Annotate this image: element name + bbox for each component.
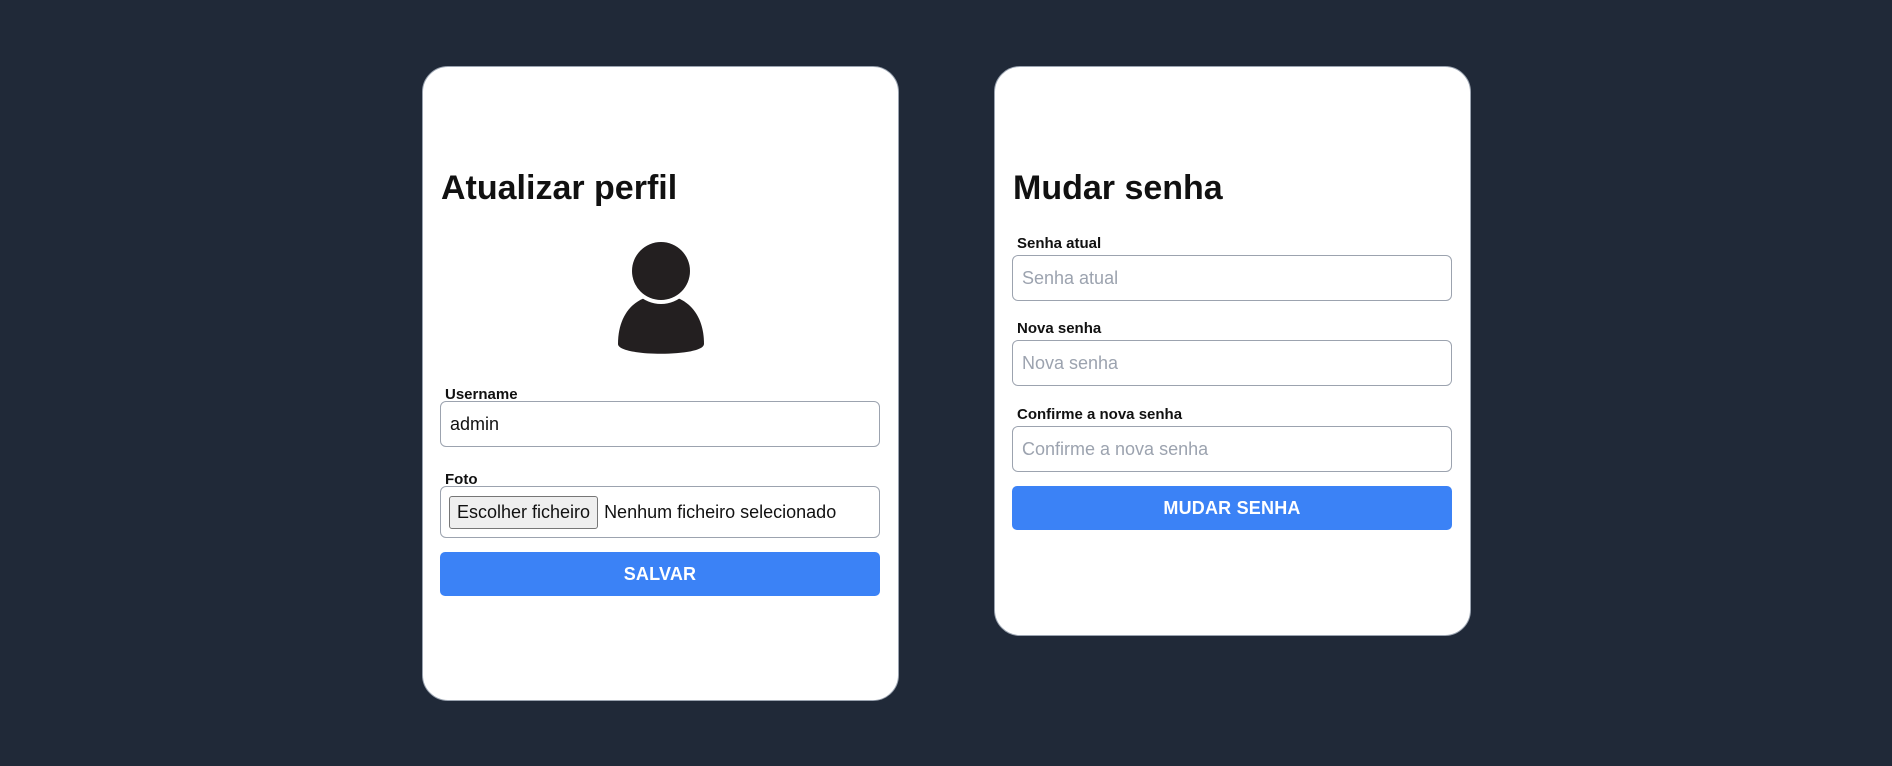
change-password-button[interactable]: MUDAR SENHA <box>1012 486 1452 530</box>
username-input[interactable] <box>440 401 880 447</box>
current-password-input[interactable] <box>1012 255 1452 301</box>
file-status-text: Nenhum ficheiro selecionado <box>604 501 837 522</box>
username-label: Username <box>445 386 518 403</box>
confirm-password-input[interactable] <box>1012 426 1452 472</box>
photo-label: Foto <box>445 471 478 488</box>
user-avatar-icon <box>616 238 706 355</box>
new-password-input[interactable] <box>1012 340 1452 386</box>
avatar-head <box>632 242 690 300</box>
profile-title: Atualizar perfil <box>441 169 678 207</box>
choose-file-button[interactable]: Escolher ficheiro <box>449 495 599 529</box>
photo-file-input[interactable]: Escolher ficheiro Nenhum ficheiro seleci… <box>440 486 880 538</box>
save-button[interactable]: SALVAR <box>440 552 880 596</box>
profile-card: Atualizar perfil Username Foto Escolher … <box>422 66 899 701</box>
password-card: Mudar senha Senha atual Nova senha Confi… <box>994 66 1471 636</box>
current-password-label: Senha atual <box>1017 235 1102 252</box>
new-password-label: Nova senha <box>1017 320 1102 337</box>
password-title: Mudar senha <box>1013 169 1223 207</box>
confirm-password-label: Confirme a nova senha <box>1017 406 1183 423</box>
